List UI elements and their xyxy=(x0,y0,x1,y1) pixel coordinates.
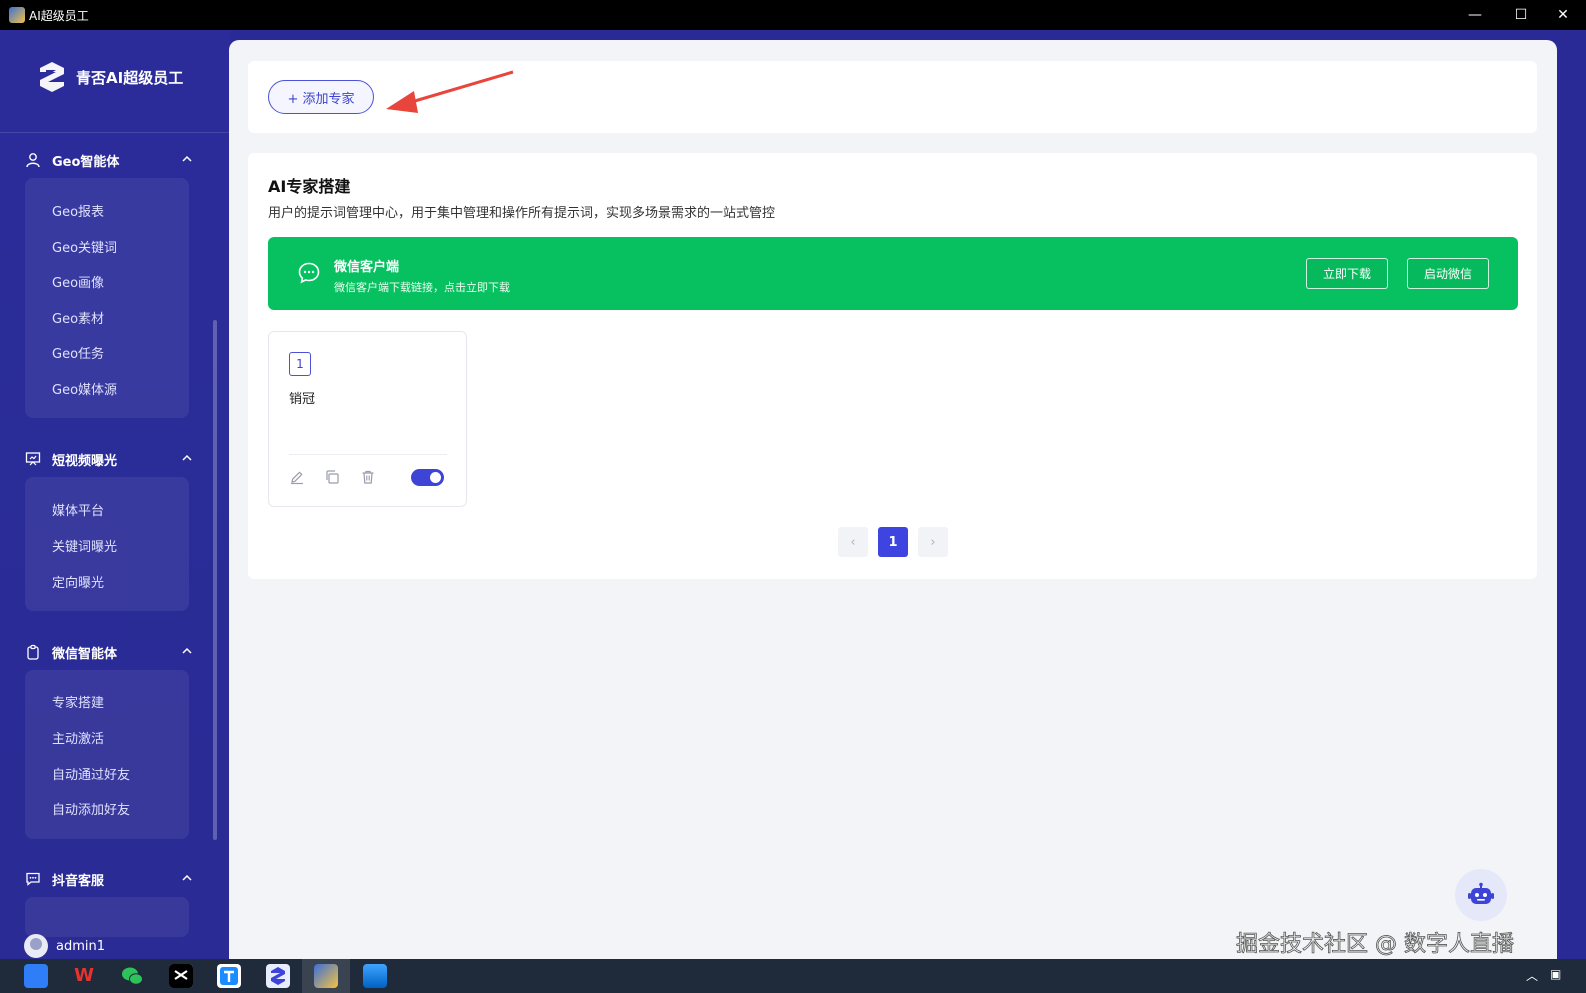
sidebar-item-auto-add-friends[interactable]: 自动添加好友 xyxy=(52,799,130,818)
annotation-arrow-icon xyxy=(386,70,514,113)
sidebar-item-active-activation[interactable]: 主动激活 xyxy=(52,728,104,747)
tray-chevron-icon[interactable]: ︿ xyxy=(1526,967,1538,984)
capcut-taskbar-icon[interactable] xyxy=(169,964,193,988)
watermark: 掘金技术社区 @ 数字人直播 xyxy=(1236,932,1515,958)
page-button-current[interactable]: 1 xyxy=(878,527,908,557)
sidebar-item-keyword-exposure[interactable]: 关键词曝光 xyxy=(52,536,117,555)
sidebar-section-wechat[interactable]: 微信智能体 xyxy=(24,640,194,664)
expert-name: 销冠 xyxy=(289,392,316,407)
sidebar-section-label: 抖音客服 xyxy=(52,873,105,889)
edit-icon[interactable] xyxy=(288,468,306,486)
sidebar-section-label: 微信智能体 xyxy=(52,646,118,662)
sidebar-section-panel xyxy=(25,897,189,937)
minimize-button[interactable]: — xyxy=(1452,0,1498,30)
prev-page-button[interactable]: ‹ xyxy=(838,527,868,557)
window-title: AI超级员工 xyxy=(29,8,89,23)
card-divider xyxy=(289,454,447,455)
copy-icon[interactable] xyxy=(323,468,341,486)
user-icon xyxy=(24,151,42,169)
add-expert-button[interactable]: + 添加专家 xyxy=(268,80,374,114)
delete-icon[interactable] xyxy=(359,468,377,486)
wps-taskbar-icon[interactable]: W xyxy=(72,964,96,988)
brand-divider xyxy=(0,132,231,133)
python-app-taskbar-icon[interactable] xyxy=(314,964,338,988)
chevron-up-icon xyxy=(182,155,192,162)
sidebar-section-douyin-service[interactable]: 抖音客服 xyxy=(24,867,194,891)
brand: 青否AI超级员工 xyxy=(36,60,183,94)
robot-icon xyxy=(1468,882,1494,904)
brand-logo-icon xyxy=(40,62,64,92)
sidebar: 青否AI超级员工 Geo智能体 Geo报表 Geo关键词 Geo画像 Geo素材… xyxy=(0,30,231,959)
sidebar-item-geo-media-sources[interactable]: Geo媒体源 xyxy=(52,379,117,398)
main-content: + 添加专家 AI专家搭建 用户的提示词管理中心，用于集中管理和操作所有提示词，… xyxy=(229,40,1557,959)
sidebar-section-geo[interactable]: Geo智能体 xyxy=(24,148,194,172)
todo-taskbar-icon[interactable] xyxy=(217,964,241,988)
expert-enabled-toggle[interactable] xyxy=(411,469,444,486)
app-icon xyxy=(9,7,25,23)
sidebar-scrollbar[interactable] xyxy=(213,320,217,840)
sidebar-item-media-platform[interactable]: 媒体平台 xyxy=(52,500,104,519)
avatar xyxy=(24,934,48,958)
wechat-client-banner: 微信客户端 微信客户端下载链接，点击立即下载 立即下载 启动微信 xyxy=(268,237,1518,310)
chevron-up-icon xyxy=(182,647,192,654)
chat-bubble-icon xyxy=(298,262,320,284)
banner-subtitle: 微信客户端下载链接，点击立即下载 xyxy=(334,281,510,294)
page-title: AI专家搭建 xyxy=(268,177,351,196)
banner-title: 微信客户端 xyxy=(334,260,400,275)
launch-wechat-button[interactable]: 启动微信 xyxy=(1407,258,1489,289)
wechat-taskbar-icon[interactable] xyxy=(120,964,144,988)
clipboard-icon xyxy=(24,643,42,661)
sidebar-section-label: 短视频曝光 xyxy=(52,453,118,469)
sidebar-item-auto-accept-friends[interactable]: 自动通过好友 xyxy=(52,764,130,783)
chevron-up-icon xyxy=(182,454,192,461)
sidebar-section-short-video[interactable]: 短视频曝光 xyxy=(24,447,194,471)
close-button[interactable]: ✕ xyxy=(1540,0,1586,30)
expert-builder-card: AI专家搭建 用户的提示词管理中心，用于集中管理和操作所有提示词，实现多场景需求… xyxy=(248,153,1537,579)
tray-notification-icon[interactable]: ▣ xyxy=(1550,967,1561,981)
feishu-taskbar-icon[interactable] xyxy=(24,964,48,988)
user-profile[interactable]: admin1 xyxy=(24,934,105,958)
sidebar-item-geo-materials[interactable]: Geo素材 xyxy=(52,308,104,327)
sidebar-item-expert-builder[interactable]: 专家搭建 xyxy=(52,692,104,711)
chevron-up-icon xyxy=(182,874,192,881)
presentation-icon xyxy=(24,450,42,468)
toolbar-card: + 添加专家 xyxy=(248,61,1537,133)
chat-icon xyxy=(24,870,42,888)
download-now-button[interactable]: 立即下载 xyxy=(1306,258,1388,289)
expert-number-badge: 1 xyxy=(289,352,311,376)
app-taskbar-icon[interactable] xyxy=(363,964,387,988)
page-description: 用户的提示词管理中心，用于集中管理和操作所有提示词，实现多场景需求的一站式管控 xyxy=(268,206,776,221)
ai-employee-taskbar-icon[interactable] xyxy=(266,964,290,988)
next-page-button[interactable]: › xyxy=(918,527,948,557)
sidebar-item-geo-report[interactable]: Geo报表 xyxy=(52,201,104,220)
sidebar-section-label: Geo智能体 xyxy=(52,154,120,170)
taskbar: W ︿ ▣ xyxy=(0,959,1586,993)
brand-name: 青否AI超级员工 xyxy=(76,68,184,87)
pagination: ‹ 1 › xyxy=(838,527,948,557)
sidebar-item-geo-tasks[interactable]: Geo任务 xyxy=(52,343,104,362)
expert-card[interactable]: 1 销冠 xyxy=(268,331,467,507)
assistant-bot-button[interactable] xyxy=(1455,869,1507,921)
sidebar-item-geo-keywords[interactable]: Geo关键词 xyxy=(52,237,117,256)
sidebar-item-geo-profile[interactable]: Geo画像 xyxy=(52,272,104,291)
title-bar: AI超级员工 — ☐ ✕ xyxy=(0,0,1586,30)
username: admin1 xyxy=(56,938,106,954)
maximize-button[interactable]: ☐ xyxy=(1498,0,1544,30)
sidebar-item-targeted-exposure[interactable]: 定向曝光 xyxy=(52,572,104,591)
